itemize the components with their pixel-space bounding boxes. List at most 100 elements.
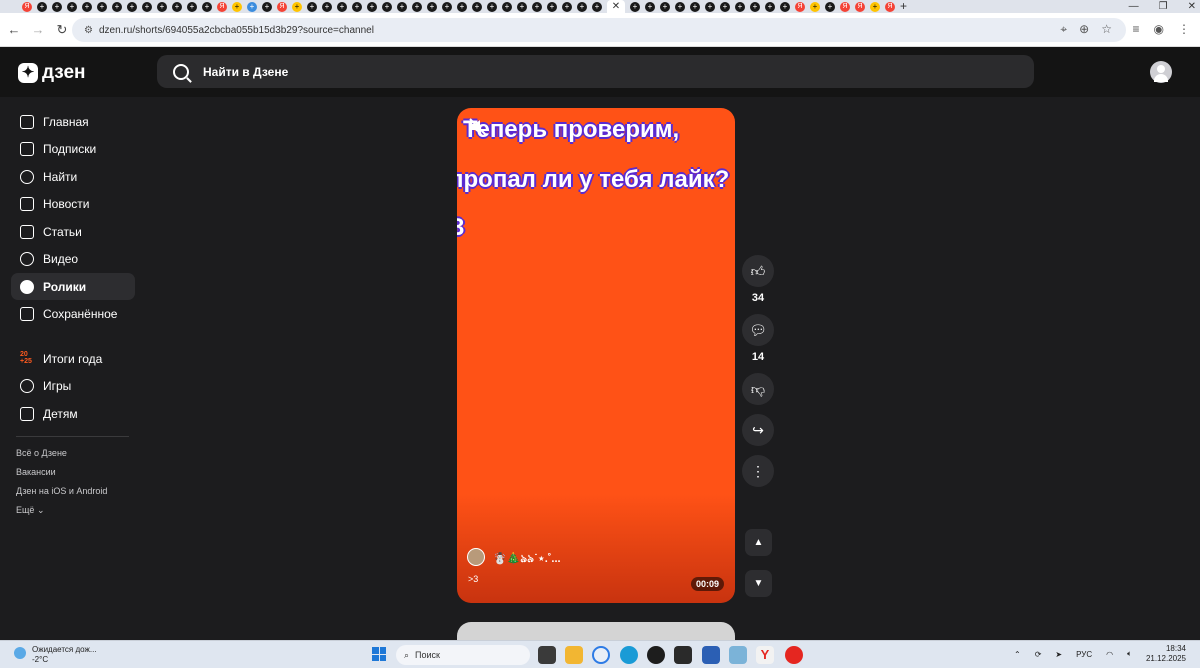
file-explorer-icon[interactable]: [565, 646, 583, 664]
browser-tab-favicon-icon[interactable]: +: [825, 1, 835, 12]
browser-tab-favicon-icon[interactable]: +: [52, 1, 62, 12]
browser-tab-favicon-icon[interactable]: +: [187, 1, 197, 12]
comments-button[interactable]: 💬︎: [742, 314, 774, 346]
sidebar-item-saved[interactable]: Сохранённое: [11, 300, 135, 327]
windows-start-icon[interactable]: [372, 647, 386, 661]
browser-tab-favicon-icon[interactable]: +: [247, 1, 257, 12]
browser-tab-favicon-icon[interactable]: +: [172, 1, 182, 12]
author-avatar[interactable]: [467, 548, 485, 566]
footer-link-about[interactable]: Всё о Дзене: [16, 448, 67, 458]
browser-tab-favicon-icon[interactable]: +: [735, 1, 745, 12]
bookmark-star-icon[interactable]: ☆: [1101, 22, 1112, 37]
browser-tab-favicon-icon[interactable]: +: [97, 1, 107, 12]
browser-tab-favicon-icon[interactable]: +: [412, 1, 422, 12]
dislike-button[interactable]: 👎︎: [742, 373, 774, 405]
taskbar-search[interactable]: ⌕ Поиск: [396, 645, 530, 665]
browser-tab-favicon-icon[interactable]: +: [675, 1, 685, 12]
browser-tab-favicon-icon[interactable]: +: [577, 1, 587, 12]
url-field[interactable]: ⚙ dzen.ru/shorts/694055a2cbcba055b15d3b2…: [72, 18, 1126, 42]
browser-tab-favicon-icon[interactable]: +: [37, 1, 47, 12]
footer-link-more[interactable]: Ещё ⌄: [16, 505, 44, 516]
browser-tab-favicon-icon[interactable]: +: [750, 1, 760, 12]
browser-tab-favicon-icon[interactable]: +: [765, 1, 775, 12]
back-icon[interactable]: ←: [2, 22, 26, 37]
browser-tab-favicon-icon[interactable]: +: [442, 1, 452, 12]
capcut-icon[interactable]: [674, 646, 692, 664]
browser-tab-favicon-icon[interactable]: +: [810, 1, 820, 12]
site-info-icon[interactable]: ⚙: [84, 25, 93, 36]
chrome-icon[interactable]: [592, 646, 610, 664]
word-icon[interactable]: [702, 646, 720, 664]
browser-tab-favicon-icon[interactable]: +: [690, 1, 700, 12]
more-options-button[interactable]: ⋮: [742, 455, 774, 487]
browser-tab-favicon-icon[interactable]: +: [352, 1, 362, 12]
chevron-up-icon[interactable]: ⌃: [1014, 650, 1021, 659]
browser-tab-favicon-icon[interactable]: +: [397, 1, 407, 12]
clock[interactable]: 18:34 21.12.2025: [1146, 644, 1186, 664]
browser-tab-favicon-icon[interactable]: +: [517, 1, 527, 12]
footer-link-jobs[interactable]: Вакансии: [16, 467, 56, 477]
game-icon[interactable]: [729, 646, 747, 664]
browser-tab-favicon-icon[interactable]: +: [307, 1, 317, 12]
browser-tab-favicon-icon[interactable]: Я: [795, 1, 805, 12]
sidebar-item-games[interactable]: Игры: [11, 372, 135, 399]
footer-link-apps[interactable]: Дзен на iOS и Android: [16, 486, 107, 496]
muted-speaker-icon[interactable]: [469, 118, 487, 136]
search-input[interactable]: Найти в Дзене: [157, 55, 1034, 88]
browser-tab-favicon-icon[interactable]: +: [780, 1, 790, 12]
browser-tab-favicon-icon[interactable]: Я: [840, 1, 850, 12]
browser-tab-favicon-icon[interactable]: +: [82, 1, 92, 12]
browser-tab-favicon-icon[interactable]: Я: [22, 1, 32, 12]
yandex-browser-icon[interactable]: Y: [756, 646, 774, 664]
sidebar-item-kids[interactable]: Детям: [11, 400, 135, 427]
browser-tab-favicon-icon[interactable]: +: [292, 1, 302, 12]
reload-icon[interactable]: ↻: [50, 22, 74, 38]
like-button[interactable]: 👍︎: [742, 255, 774, 287]
edge-icon[interactable]: [620, 646, 638, 664]
sync-icon[interactable]: ⟳: [1035, 650, 1042, 659]
browser-tab-favicon-icon[interactable]: +: [472, 1, 482, 12]
new-tab-icon[interactable]: +: [900, 0, 907, 13]
browser-tab-favicon-icon[interactable]: +: [562, 1, 572, 12]
browser-tab-favicon-icon[interactable]: +: [705, 1, 715, 12]
browser-tab-favicon-icon[interactable]: +: [142, 1, 152, 12]
browser-tab-favicon-icon[interactable]: +: [427, 1, 437, 12]
language-indicator[interactable]: РУС: [1076, 650, 1092, 659]
browser-tab-favicon-icon[interactable]: +: [487, 1, 497, 12]
share-button[interactable]: ↪: [742, 414, 774, 446]
author-name[interactable]: ☃️🎄ঌ৯˙⋆.˚...: [493, 550, 561, 569]
sidebar-item-subscriptions[interactable]: Подписки: [11, 135, 135, 162]
sidebar-item-articles[interactable]: Статьи: [11, 218, 135, 245]
browser-tab-favicon-icon[interactable]: +: [337, 1, 347, 12]
previous-video-button[interactable]: ▲: [745, 529, 772, 556]
next-video-button[interactable]: ▼: [745, 570, 772, 597]
browser-tab-favicon-icon[interactable]: +: [532, 1, 542, 12]
yandex-icon[interactable]: [785, 646, 803, 664]
app-icon[interactable]: [647, 646, 665, 664]
sidebar-item-year-results[interactable]: 20 +25 Итоги года: [11, 345, 135, 372]
tab-close-icon[interactable]: ✕: [607, 0, 625, 13]
browser-tab-favicon-icon[interactable]: +: [67, 1, 77, 12]
task-view-icon[interactable]: [538, 646, 556, 664]
browser-tab-favicon-icon[interactable]: +: [322, 1, 332, 12]
send-icon[interactable]: ➤: [1055, 650, 1062, 659]
browser-tab-favicon-icon[interactable]: +: [367, 1, 377, 12]
reading-list-icon[interactable]: ≡: [1133, 22, 1140, 36]
browser-tab-favicon-icon[interactable]: Я: [277, 1, 287, 12]
zoom-icon[interactable]: ⊕: [1079, 22, 1089, 37]
browser-tab-favicon-icon[interactable]: +: [645, 1, 655, 12]
browser-tab-favicon-icon[interactable]: +: [630, 1, 640, 12]
shorts-video-player[interactable]: Теперь проверим, пропал ли у тебя лайк? …: [457, 108, 735, 603]
profile-icon[interactable]: ◉: [1154, 22, 1164, 36]
next-video-preview[interactable]: [457, 622, 735, 642]
volume-icon[interactable]: 🔈︎: [1127, 649, 1132, 659]
browser-menu-icon[interactable]: ⋮: [1178, 22, 1190, 36]
browser-tab-favicon-icon[interactable]: Я: [885, 1, 895, 12]
dzen-logo[interactable]: ✦ дзен: [18, 62, 86, 84]
browser-tab-favicon-icon[interactable]: +: [382, 1, 392, 12]
sidebar-item-shorts[interactable]: Ролики: [11, 273, 135, 300]
sidebar-item-video[interactable]: Видео: [11, 245, 135, 272]
browser-tab-favicon-icon[interactable]: +: [457, 1, 467, 12]
restore-icon[interactable]: ❐: [1159, 0, 1168, 13]
browser-tab-favicon-icon[interactable]: +: [547, 1, 557, 12]
